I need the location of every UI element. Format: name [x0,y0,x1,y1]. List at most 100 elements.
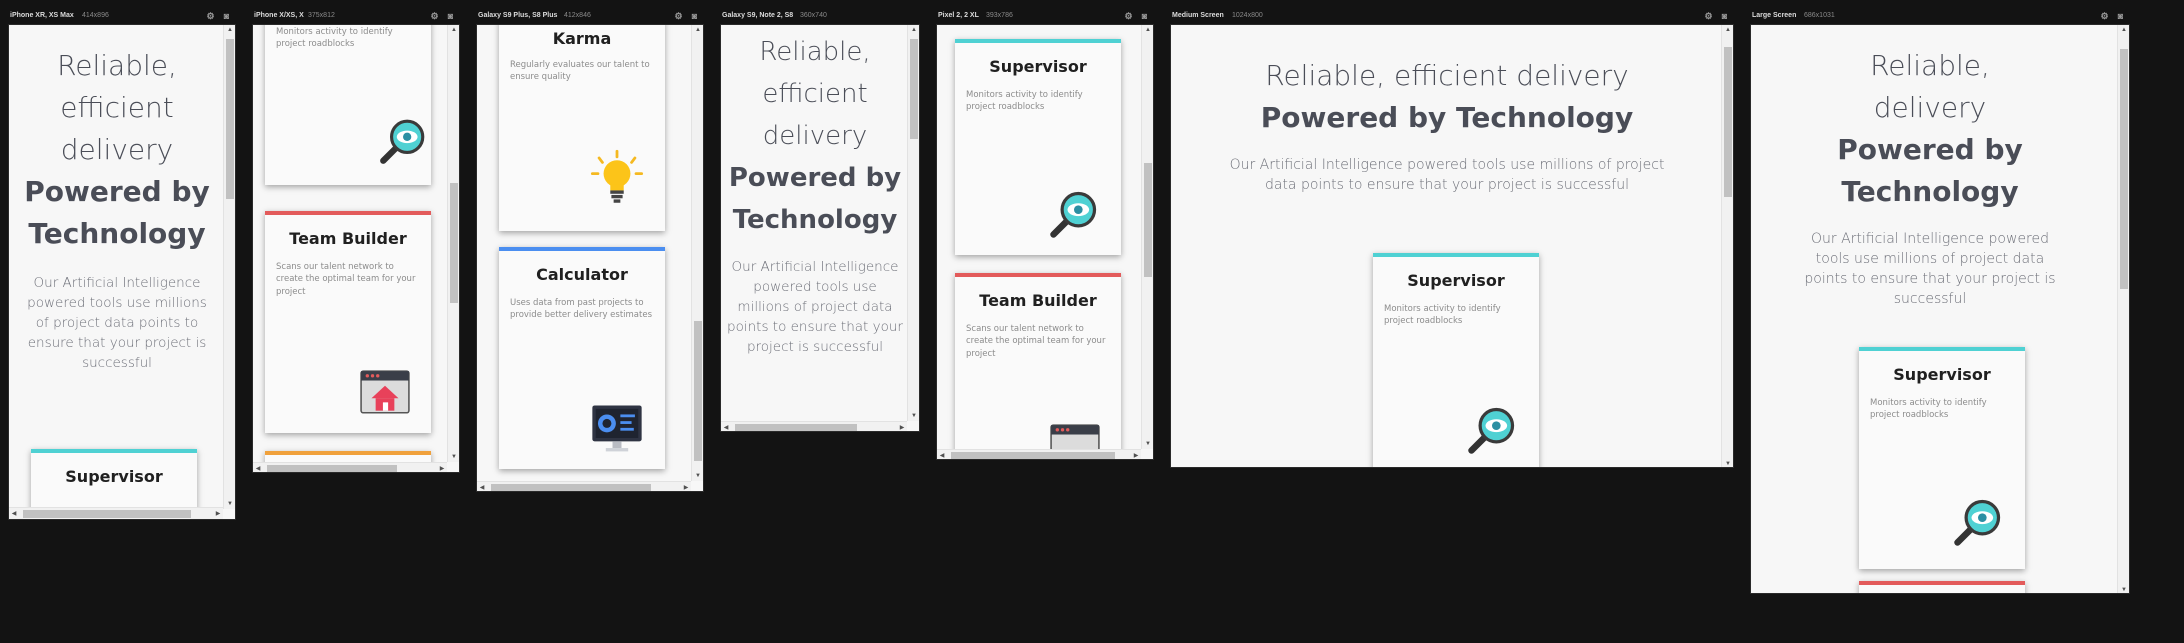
camera-icon[interactable]: ◙ [1720,12,1729,21]
scrollbar-thumb[interactable] [491,484,651,491]
scroll-left-icon[interactable]: ◀ [253,463,263,472]
scroll-right-icon[interactable]: ▶ [437,463,447,472]
team-builder-card[interactable]: Team Builder Scans our talent network to… [265,211,431,433]
scroll-right-icon[interactable]: ▶ [1131,450,1141,459]
card-title: Supervisor [65,467,163,486]
scroll-down-icon[interactable]: ▼ [1142,439,1153,449]
scroll-down-icon[interactable]: ▼ [2118,585,2129,593]
team-builder-card[interactable] [1859,581,2025,593]
vertical-scrollbar[interactable]: ▲ ▼ [2117,25,2129,593]
scroll-right-icon[interactable]: ▶ [213,508,223,519]
scroll-left-icon[interactable]: ◀ [477,482,487,491]
card-title: Supervisor [1407,271,1505,290]
scroll-down-icon[interactable]: ▼ [224,499,235,509]
horizontal-scrollbar[interactable]: ◀ ▶ [253,462,447,472]
supervisor-card[interactable]: Monitors activity to identify project ro… [265,25,431,185]
scroll-up-icon[interactable]: ▲ [2118,25,2129,35]
camera-icon[interactable]: ◙ [222,12,231,21]
device-frame-large-screen: Large Screen 686x1031 ⚙ ◙ Reliable, deli… [1750,8,2130,594]
scroll-left-icon[interactable]: ◀ [721,422,731,431]
horizontal-scrollbar[interactable]: ◀ ▶ [721,421,907,431]
hero-description: Our Artificial Intelligence powered tool… [1804,231,2056,307]
karma-card[interactable]: Karma Regularly evaluates our talent to … [499,25,665,231]
scroll-down-icon[interactable]: ▼ [692,471,703,481]
device-size: 686x1031 [1804,12,1835,19]
card-description: Monitors activity to identify project ro… [1384,304,1501,327]
vertical-scrollbar[interactable]: ▲ ▼ [1721,25,1733,467]
scrollbar-thumb[interactable] [450,183,458,303]
camera-icon[interactable]: ◙ [446,12,455,21]
frame-header: iPhone X/XS, X 375x812 ⚙ ◙ [252,8,460,24]
camera-icon[interactable]: ◙ [690,12,699,21]
frame-header: Large Screen 686x1031 ⚙ ◙ [1750,8,2130,24]
gear-icon[interactable]: ⚙ [430,12,439,21]
card-title: Karma [552,29,612,48]
page-content: Reliable, delivery Powered by Technology… [1751,25,2119,593]
scroll-up-icon[interactable]: ▲ [692,25,703,35]
frame-header: Galaxy S9 Plus, S8 Plus 412x846 ⚙ ◙ [476,8,704,24]
device-frame-pixel-2: Pixel 2, 2 XL 393x786 ⚙ ◙ Supervisor Mon… [936,8,1154,460]
scroll-down-icon[interactable]: ▼ [908,411,919,421]
scrollbar-thumb[interactable] [1724,47,1732,197]
page-content: Reliable, efficient delivery Powered by … [9,25,225,519]
scrollbar-thumb[interactable] [1144,163,1152,277]
scrollbar-thumb[interactable] [735,424,857,431]
card-title: Team Builder [979,291,1097,310]
gear-icon[interactable]: ⚙ [206,12,215,21]
team-builder-card[interactable]: Team Builder Scans our talent network to… [955,273,1121,459]
scroll-down-icon[interactable]: ▼ [1722,459,1733,467]
card-description: Monitors activity to identify project ro… [1870,398,1987,421]
vertical-scrollbar[interactable]: ▲ ▼ [691,25,703,481]
scroll-up-icon[interactable]: ▲ [224,25,235,35]
gear-icon[interactable]: ⚙ [1704,12,1713,21]
scrollbar-thumb[interactable] [951,452,1115,459]
scroll-up-icon[interactable]: ▲ [908,25,919,35]
device-viewport: Supervisor Monitors activity to identify… [936,24,1154,460]
scrollbar-thumb[interactable] [226,39,234,199]
horizontal-scrollbar[interactable]: ◀ ▶ [9,507,223,519]
scrollbar-thumb[interactable] [23,510,191,518]
device-viewport: Reliable, efficient delivery Powered by … [8,24,236,520]
vertical-scrollbar[interactable]: ▲ ▼ [1141,25,1153,449]
card-title: Supervisor [1893,365,1991,384]
gear-icon[interactable]: ⚙ [674,12,683,21]
hero-strong-line: Technology [732,205,898,235]
supervisor-card[interactable]: Supervisor Monitors activity to identify… [1859,347,2025,569]
horizontal-scrollbar[interactable]: ◀ ▶ [477,481,691,491]
hero-title-line: delivery [1873,91,1987,124]
device-size: 1024x800 [1232,12,1263,19]
vertical-scrollbar[interactable]: ▲ ▼ [907,25,919,421]
gear-icon[interactable]: ⚙ [1124,12,1133,21]
scroll-up-icon[interactable]: ▲ [448,25,459,35]
frame-header: Galaxy S9, Note 2, S8 360x740 [720,8,920,24]
camera-icon[interactable]: ◙ [2116,12,2125,21]
scrollbar-thumb[interactable] [910,39,918,139]
device-viewport: Monitors activity to identify project ro… [252,24,460,473]
supervisor-card[interactable]: Supervisor Monitors activity to identify… [1373,253,1539,467]
scroll-right-icon[interactable]: ▶ [897,422,907,431]
scroll-left-icon[interactable]: ◀ [9,508,19,519]
lightbulb-icon [590,149,644,203]
page-content: Supervisor Monitors activity to identify… [937,25,1143,459]
scroll-up-icon[interactable]: ▲ [1142,25,1153,35]
page-content: Reliable, efficient delivery Powered by … [721,25,909,431]
hero-title: Reliable, efficient delivery [1265,59,1629,92]
device-size: 375x812 [308,12,335,19]
camera-icon[interactable]: ◙ [1140,12,1149,21]
vertical-scrollbar[interactable]: ▲ ▼ [447,25,459,462]
scroll-down-icon[interactable]: ▼ [448,452,459,462]
scroll-left-icon[interactable]: ◀ [937,450,947,459]
scrollbar-thumb[interactable] [267,465,397,472]
calculator-card[interactable]: Calculator Uses data from past projects … [499,247,665,469]
scroll-up-icon[interactable]: ▲ [1722,25,1733,35]
scrollbar-thumb[interactable] [694,321,702,461]
card-description: Uses data from past projects to provide … [510,298,653,321]
vertical-scrollbar[interactable]: ▲ ▼ [223,25,235,509]
scrollbar-thumb[interactable] [2120,49,2128,289]
supervisor-card[interactable]: Supervisor Monitors activity to identify… [955,39,1121,255]
horizontal-scrollbar[interactable]: ◀ ▶ [937,449,1141,459]
hero-title-line: delivery [762,121,868,151]
scroll-right-icon[interactable]: ▶ [681,482,691,491]
gear-icon[interactable]: ⚙ [2100,12,2109,21]
browser-home-icon [360,370,410,414]
